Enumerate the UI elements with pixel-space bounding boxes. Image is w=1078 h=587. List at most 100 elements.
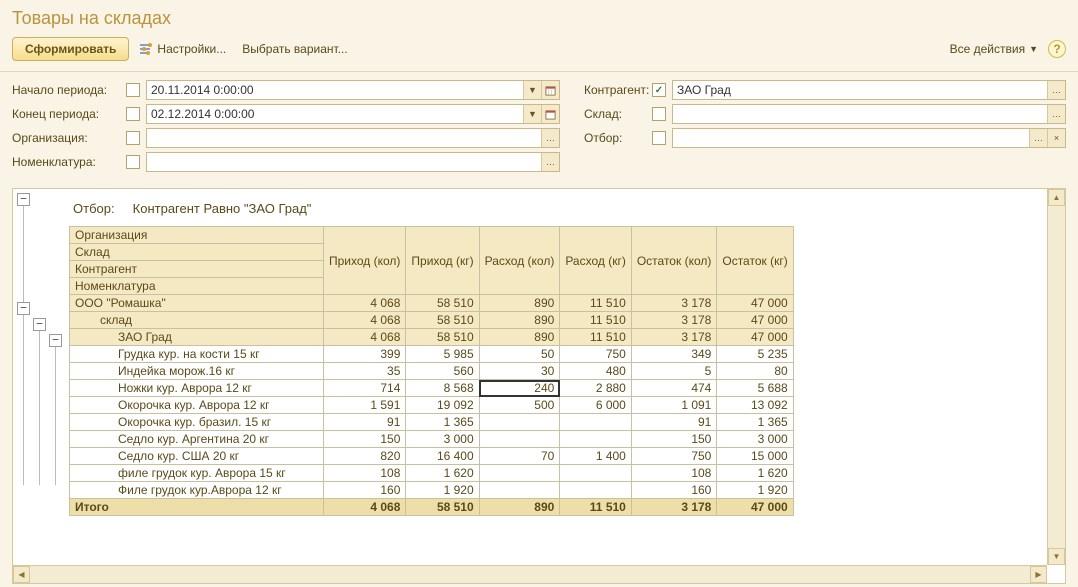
cell[interactable]: 890 (479, 312, 560, 329)
table-row[interactable]: ЗАО Град4 06858 51089011 5103 17847 000 (70, 329, 794, 346)
help-icon[interactable]: ? (1048, 40, 1066, 58)
table-row[interactable]: Седло кур. США 20 кг82016 400701 4007501… (70, 448, 794, 465)
settings-link[interactable]: Настройки... (133, 40, 232, 58)
cell[interactable]: 3 000 (717, 431, 793, 448)
period-end-dropdown[interactable]: ▼ (523, 105, 541, 123)
cell[interactable]: 4 068 (324, 295, 406, 312)
org-input[interactable] (147, 129, 541, 147)
cell[interactable]: 1 365 (406, 414, 479, 431)
cell[interactable]: 4 068 (324, 312, 406, 329)
contragent-input[interactable] (673, 81, 1047, 99)
cell[interactable]: 15 000 (717, 448, 793, 465)
choose-variant-link[interactable]: Выбрать вариант... (236, 40, 353, 58)
cell[interactable] (479, 465, 560, 482)
cell[interactable]: 11 510 (560, 295, 632, 312)
otbor-select-button[interactable]: … (1029, 129, 1047, 147)
cell[interactable]: 47 000 (717, 295, 793, 312)
cell[interactable]: 3 178 (631, 329, 717, 346)
table-row[interactable]: Индейка морож.16 кг3556030480580 (70, 363, 794, 380)
cell[interactable]: 11 510 (560, 329, 632, 346)
cell[interactable]: 349 (631, 346, 717, 363)
otbor-clear-button[interactable]: × (1047, 129, 1065, 147)
contragent-select-button[interactable]: … (1047, 81, 1065, 99)
table-row[interactable]: Ножки кур. Аврора 12 кг7148 5682402 8804… (70, 380, 794, 397)
cell[interactable]: 1 400 (560, 448, 632, 465)
period-start-checkbox[interactable] (126, 83, 140, 97)
scroll-left-icon[interactable]: ◀ (13, 566, 30, 583)
otbor-input[interactable] (673, 129, 1029, 147)
cell[interactable]: 160 (631, 482, 717, 499)
cell[interactable]: 16 400 (406, 448, 479, 465)
cell[interactable]: 1 091 (631, 397, 717, 414)
cell[interactable]: 474 (631, 380, 717, 397)
cell[interactable]: 1 591 (324, 397, 406, 414)
table-row[interactable]: Филе грудок кур.Аврора 12 кг1601 9201601… (70, 482, 794, 499)
nom-checkbox[interactable] (126, 155, 140, 169)
cell[interactable]: 13 092 (717, 397, 793, 414)
cell[interactable]: 70 (479, 448, 560, 465)
cell[interactable]: 890 (479, 329, 560, 346)
all-actions-link[interactable]: Все действия ▼ (944, 40, 1044, 58)
cell[interactable]: 750 (631, 448, 717, 465)
cell[interactable]: 30 (479, 363, 560, 380)
cell[interactable] (560, 482, 632, 499)
tree-collapse-sklad[interactable]: − (33, 318, 46, 331)
cell[interactable] (479, 431, 560, 448)
cell[interactable]: 150 (631, 431, 717, 448)
cell[interactable]: 8 568 (406, 380, 479, 397)
cell[interactable]: 5 985 (406, 346, 479, 363)
cell[interactable]: 1 620 (406, 465, 479, 482)
cell[interactable]: 47 000 (717, 312, 793, 329)
period-end-calendar-icon[interactable] (541, 105, 559, 123)
period-end-input[interactable] (147, 105, 523, 123)
cell[interactable]: 560 (406, 363, 479, 380)
cell[interactable]: 1 620 (717, 465, 793, 482)
cell[interactable]: 5 235 (717, 346, 793, 363)
cell[interactable]: 820 (324, 448, 406, 465)
cell[interactable]: 1 920 (717, 482, 793, 499)
cell[interactable] (560, 431, 632, 448)
table-row[interactable]: Окорочка кур. бразил. 15 кг911 365911 36… (70, 414, 794, 431)
cell[interactable]: 4 068 (324, 329, 406, 346)
cell[interactable]: 714 (324, 380, 406, 397)
cell[interactable]: 2 880 (560, 380, 632, 397)
cell[interactable]: 3 000 (406, 431, 479, 448)
cell[interactable]: 58 510 (406, 295, 479, 312)
generate-button[interactable]: Сформировать (12, 37, 129, 61)
sklad-select-button[interactable]: … (1047, 105, 1065, 123)
cell[interactable]: 50 (479, 346, 560, 363)
cell[interactable]: 480 (560, 363, 632, 380)
cell[interactable] (560, 414, 632, 431)
cell[interactable]: 5 (631, 363, 717, 380)
cell[interactable]: 19 092 (406, 397, 479, 414)
cell[interactable]: 91 (324, 414, 406, 431)
nom-input[interactable] (147, 153, 541, 171)
cell[interactable]: 399 (324, 346, 406, 363)
vertical-scrollbar[interactable]: ▲ ▼ (1047, 189, 1065, 565)
cell[interactable]: 58 510 (406, 312, 479, 329)
cell[interactable]: 11 510 (560, 312, 632, 329)
horizontal-scrollbar[interactable]: ◀ ▶ (13, 565, 1047, 583)
cell[interactable]: 3 178 (631, 312, 717, 329)
cell[interactable]: 6 000 (560, 397, 632, 414)
otbor-checkbox[interactable] (652, 131, 666, 145)
cell[interactable]: 750 (560, 346, 632, 363)
cell[interactable]: 91 (631, 414, 717, 431)
cell[interactable]: 160 (324, 482, 406, 499)
table-row[interactable]: Грудка кур. на кости 15 кг3995 985507503… (70, 346, 794, 363)
cell[interactable]: 1 365 (717, 414, 793, 431)
cell[interactable]: 47 000 (717, 329, 793, 346)
nom-select-button[interactable]: … (541, 153, 559, 171)
cell[interactable] (479, 482, 560, 499)
table-row[interactable]: Седло кур. Аргентина 20 кг1503 0001503 0… (70, 431, 794, 448)
sklad-input[interactable] (673, 105, 1047, 123)
cell[interactable]: 240 (479, 380, 560, 397)
cell[interactable]: 5 688 (717, 380, 793, 397)
cell[interactable]: 108 (631, 465, 717, 482)
table-row[interactable]: ООО "Ромашка"4 06858 51089011 5103 17847… (70, 295, 794, 312)
cell[interactable]: 500 (479, 397, 560, 414)
tree-collapse-contr[interactable]: − (49, 334, 62, 347)
contragent-checkbox[interactable]: ✓ (652, 83, 666, 97)
org-checkbox[interactable] (126, 131, 140, 145)
table-row[interactable]: склад4 06858 51089011 5103 17847 000 (70, 312, 794, 329)
